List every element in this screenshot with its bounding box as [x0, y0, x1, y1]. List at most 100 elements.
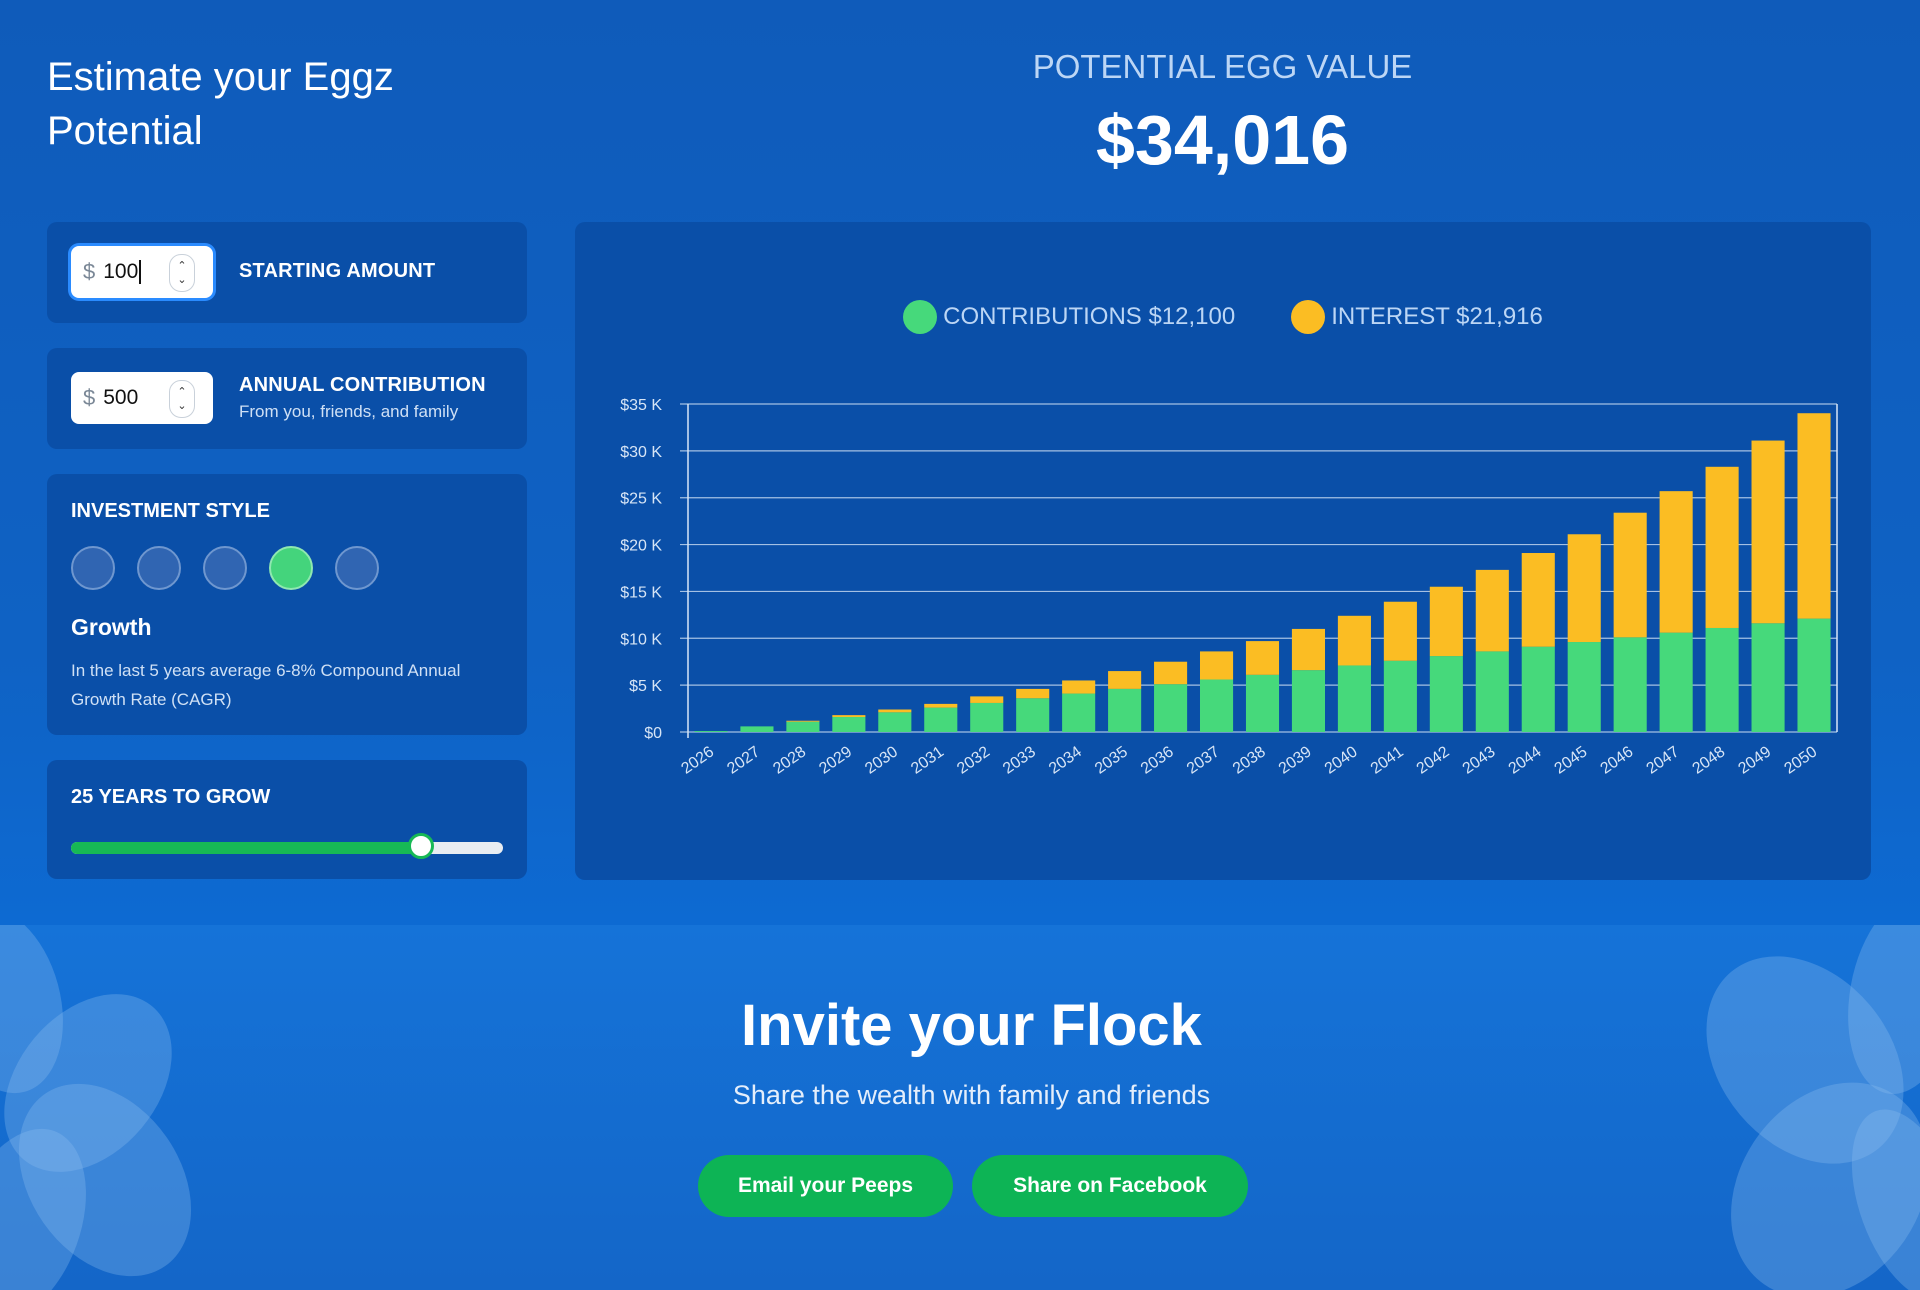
- growth-bar-chart: $0 $5 K $10 K $15 K $20 K $25 K $30 K $35 K 2026…: [620, 397, 1838, 778]
- investment-style-label: INVESTMENT STYLE: [71, 500, 270, 522]
- x-tick-label: 2042: [1414, 743, 1453, 777]
- interest-bar: [1383, 601, 1417, 661]
- x-tick-label: 2050: [1781, 743, 1820, 777]
- share-facebook-button[interactable]: Share on Facebook: [972, 1155, 1248, 1217]
- x-tick-label: 2038: [1230, 743, 1269, 777]
- interest-bar: [1291, 628, 1326, 671]
- style-option-4-selected[interactable]: [269, 546, 313, 590]
- contribution-bar: [1705, 627, 1739, 732]
- interest-bar: [1108, 671, 1142, 689]
- interest-bar: [1062, 680, 1096, 694]
- x-tick-label: 2045: [1552, 743, 1591, 777]
- annual-contribution-label: ANNUAL CONTRIBUTION: [239, 374, 486, 396]
- email-peeps-button[interactable]: Email your Peeps: [698, 1155, 953, 1217]
- slider-fill: [71, 842, 421, 854]
- interest-bar: [1613, 512, 1647, 638]
- interest-bar: [970, 696, 1004, 703]
- interest-bar: [1337, 615, 1371, 666]
- contribution-bar: [1521, 646, 1555, 732]
- x-tick-label: 2029: [816, 743, 855, 777]
- x-tick-label: 2035: [1092, 743, 1131, 777]
- interest-bar: [1751, 440, 1785, 624]
- y-tick-label: $5 K: [629, 678, 662, 695]
- x-tick-label: 2041: [1368, 743, 1407, 777]
- x-tick-label: 2043: [1460, 743, 1499, 777]
- contribution-bar: [1016, 698, 1050, 732]
- text-caret: [139, 260, 142, 284]
- contribution-bar: [1659, 632, 1693, 732]
- contribution-bar: [1613, 637, 1647, 732]
- years-slider[interactable]: [71, 833, 503, 859]
- y-tick-label: $15 K: [620, 584, 662, 601]
- contribution-bar: [1567, 642, 1601, 732]
- annual-contribution-stepper[interactable]: ⌃ ⌄: [169, 380, 195, 418]
- x-tick-label: 2031: [908, 743, 947, 777]
- x-tick-label: 2048: [1689, 743, 1728, 777]
- invite-subtitle: Share the wealth with family and friends: [732, 1080, 1211, 1110]
- x-tick-label: 2044: [1506, 743, 1545, 777]
- chevron-up-icon[interactable]: ⌃: [177, 259, 186, 273]
- y-tick-label: $20 K: [620, 538, 662, 555]
- contribution-bar: [740, 726, 774, 732]
- x-tick-label: 2036: [1138, 743, 1177, 777]
- x-tick-label: 2039: [1276, 743, 1315, 777]
- interest-bar: [1199, 651, 1234, 680]
- contribution-bar: [832, 717, 866, 732]
- interest-bar: [1016, 688, 1050, 699]
- investment-style-card: INVESTMENT STYLE Growth In the last 5 ye…: [47, 474, 527, 735]
- y-tick-label: $0: [644, 725, 662, 742]
- interest-bar: [1429, 586, 1463, 657]
- starting-amount-input[interactable]: $ 100 ⌃ ⌄: [71, 246, 213, 298]
- interest-bar: [1797, 413, 1831, 619]
- style-name: Growth: [71, 614, 152, 640]
- dollar-sign: $: [83, 385, 96, 410]
- style-option-1[interactable]: [71, 546, 115, 590]
- starting-amount-value: 100: [103, 260, 139, 283]
- contribution-bar: [970, 702, 1004, 732]
- dollar-sign: $: [83, 259, 96, 284]
- x-tick-label: 2034: [1046, 743, 1085, 777]
- style-description: In the last 5 years average 6-8% Compoun…: [71, 661, 461, 709]
- x-tick-label: 2026: [678, 743, 717, 777]
- chevron-down-icon[interactable]: ⌄: [177, 399, 186, 413]
- annual-contribution-value: 500: [103, 386, 139, 409]
- x-tick-label: 2027: [724, 743, 763, 777]
- contribution-bar: [1245, 674, 1280, 732]
- contribution-bar: [1797, 618, 1831, 732]
- interest-bar: [1567, 534, 1601, 643]
- interest-bar: [1521, 553, 1555, 647]
- x-tick-label: 2033: [1000, 743, 1039, 777]
- interest-bar: [1705, 466, 1739, 628]
- interest-bar: [1659, 491, 1693, 633]
- x-tick-label: 2028: [770, 743, 809, 777]
- potential-value-amount: $34,016: [1095, 101, 1350, 179]
- style-option-3[interactable]: [203, 546, 247, 590]
- chevron-up-icon[interactable]: ⌃: [177, 385, 186, 399]
- style-option-2[interactable]: [137, 546, 181, 590]
- invite-title: Invite your Flock: [741, 993, 1202, 1058]
- y-tick-label: $25 K: [620, 491, 662, 508]
- starting-amount-label: STARTING AMOUNT: [239, 260, 436, 282]
- interest-bar: [924, 703, 958, 708]
- contribution-bar: [786, 721, 820, 732]
- contribution-bar: [1062, 693, 1096, 732]
- annual-contribution-input[interactable]: $ 500 ⌃ ⌄: [71, 372, 213, 424]
- years-card: 25 YEARS TO GROW: [47, 760, 527, 879]
- slider-handle[interactable]: [407, 833, 434, 859]
- contribution-bar: [1291, 670, 1326, 732]
- starting-amount-stepper[interactable]: ⌃ ⌄: [169, 254, 195, 292]
- contribution-bar: [1751, 623, 1785, 732]
- style-option-5[interactable]: [335, 546, 379, 590]
- interest-bar: [786, 720, 820, 722]
- y-tick-label: $10 K: [620, 631, 662, 648]
- annual-contribution-sub: From you, friends, and family: [239, 402, 459, 421]
- x-tick-label: 2049: [1735, 743, 1774, 777]
- contribution-bar: [924, 707, 958, 732]
- y-tick-label: $35 K: [620, 397, 662, 414]
- contribution-bar: [1475, 651, 1509, 732]
- potential-value-label: POTENTIAL EGG VALUE: [1032, 48, 1413, 85]
- annual-contribution-card: $ 500 ⌃ ⌄ ANNUAL CONTRIBUTION From you, …: [47, 348, 527, 449]
- contribution-bar: [1199, 679, 1234, 732]
- interest-bar: [1245, 641, 1280, 675]
- chevron-down-icon[interactable]: ⌄: [177, 273, 186, 287]
